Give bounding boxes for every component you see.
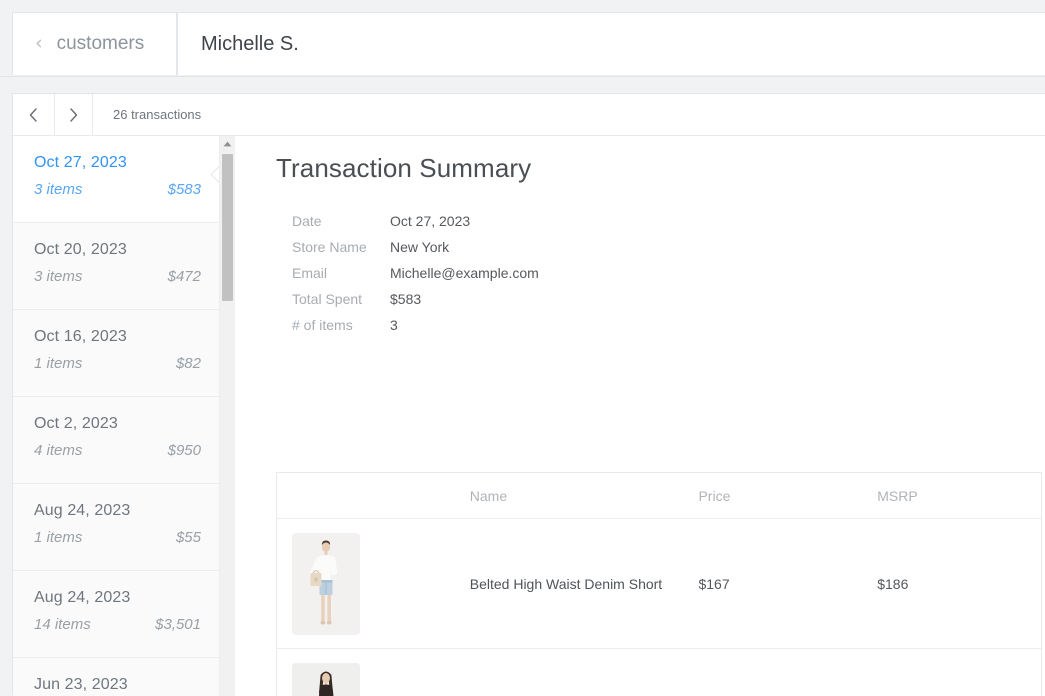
summary-label: Email xyxy=(292,266,390,292)
summary-label: Store Name xyxy=(292,240,390,266)
next-button[interactable] xyxy=(55,94,93,135)
breadcrumb: ‹ customers Michelle S. xyxy=(0,0,1045,77)
summary-value: 3 xyxy=(390,318,539,344)
transaction-date: Oct 16, 2023 xyxy=(34,328,201,346)
table-row[interactable]: Belted High Waist Denim Short $167 $186 xyxy=(277,519,1041,649)
transactions-toolbar: 26 transactions xyxy=(13,94,1045,136)
transaction-count-label: 26 transactions xyxy=(93,94,201,135)
transaction-detail-pane: Transaction Summary Date Oct 27, 2023 St… xyxy=(235,136,1045,696)
page-title: Michelle S. xyxy=(201,33,299,56)
transaction-summary-fields: Date Oct 27, 2023 Store Name New York Em… xyxy=(292,214,539,344)
product-thumbnail-cell xyxy=(277,663,470,696)
summary-field-row: # of items 3 xyxy=(292,318,539,344)
column-header-msrp: MSRP xyxy=(877,488,1041,504)
transaction-date: Oct 2, 2023 xyxy=(34,415,201,433)
transaction-list-item[interactable]: Oct 27, 2023 3 items $583 xyxy=(13,136,222,223)
detail-title: Transaction Summary xyxy=(276,153,531,184)
product-photo-ribbed-dress xyxy=(292,663,360,696)
summary-value: Michelle@example.com xyxy=(390,266,539,292)
table-row[interactable]: Wrap-Waist Ribbed Dress $167 $186 xyxy=(277,649,1041,696)
breadcrumb-current-tab[interactable]: Michelle S. xyxy=(177,12,1045,75)
summary-value: $583 xyxy=(390,292,539,318)
transaction-date: Aug 24, 2023 xyxy=(34,502,201,520)
product-photo-denim-short xyxy=(292,533,360,635)
transaction-amount: $3,501 xyxy=(155,616,201,633)
transaction-date: Oct 20, 2023 xyxy=(34,241,201,259)
summary-value: New York xyxy=(390,240,539,266)
chevron-left-icon: ‹ xyxy=(35,34,43,53)
transactions-panel: 26 transactions Oct 27, 2023 3 items $58… xyxy=(12,93,1045,695)
transaction-item-count: 3 items xyxy=(34,268,82,285)
transaction-amount: $472 xyxy=(168,268,201,285)
summary-field-row: Date Oct 27, 2023 xyxy=(292,214,539,240)
transaction-amount: $950 xyxy=(168,442,201,459)
triangle-up-icon xyxy=(223,141,232,147)
scrollbar-thumb[interactable] xyxy=(222,154,233,301)
column-header-price: Price xyxy=(698,488,877,504)
chevron-right-icon xyxy=(68,107,79,123)
transaction-list-item[interactable]: Oct 20, 2023 3 items $472 xyxy=(13,223,222,310)
transaction-list-item[interactable]: Oct 2, 2023 4 items $950 xyxy=(13,397,222,484)
transaction-date: Jun 23, 2023 xyxy=(34,676,201,694)
scroll-up-button[interactable] xyxy=(220,136,235,152)
product-price: $167 xyxy=(698,576,877,592)
product-name: Belted High Waist Denim Short xyxy=(470,573,699,595)
transaction-amount: $55 xyxy=(176,529,201,546)
summary-field-row: Total Spent $583 xyxy=(292,292,539,318)
previous-button[interactable] xyxy=(13,94,55,135)
column-header-name: Name xyxy=(470,488,699,504)
transaction-item-count: 4 items xyxy=(34,442,82,459)
summary-label: # of items xyxy=(292,318,390,344)
breadcrumb-parent-customers[interactable]: ‹ customers xyxy=(12,12,177,75)
products-table: Name Price MSRP xyxy=(276,472,1042,696)
transaction-date: Oct 27, 2023 xyxy=(34,154,201,172)
transaction-list-item[interactable]: Jun 23, 2023 xyxy=(13,658,222,696)
breadcrumb-parent-label: customers xyxy=(57,33,145,55)
transaction-list-item[interactable]: Aug 24, 2023 1 items $55 xyxy=(13,484,222,571)
transaction-list-item[interactable]: Oct 16, 2023 1 items $82 xyxy=(13,310,222,397)
transaction-amount: $82 xyxy=(176,355,201,372)
transaction-list-scrollbar[interactable] xyxy=(219,136,235,696)
product-thumbnail-cell xyxy=(277,533,470,635)
transaction-item-count: 1 items xyxy=(34,529,82,546)
transaction-item-count: 14 items xyxy=(34,616,91,633)
transaction-list-item[interactable]: Aug 24, 2023 14 items $3,501 xyxy=(13,571,222,658)
transaction-date: Aug 24, 2023 xyxy=(34,589,201,607)
chevron-left-icon xyxy=(28,107,39,123)
product-msrp: $186 xyxy=(877,576,1041,592)
summary-value: Oct 27, 2023 xyxy=(390,214,539,240)
summary-field-row: Email Michelle@example.com xyxy=(292,266,539,292)
summary-label: Total Spent xyxy=(292,292,390,318)
transaction-item-count: 3 items xyxy=(34,181,82,198)
products-table-header: Name Price MSRP xyxy=(277,473,1041,519)
transaction-list[interactable]: Oct 27, 2023 3 items $583 Oct 20, 2023 3… xyxy=(13,136,223,696)
transaction-amount: $583 xyxy=(168,181,201,198)
transaction-item-count: 1 items xyxy=(34,355,82,372)
summary-label: Date xyxy=(292,214,390,240)
summary-field-row: Store Name New York xyxy=(292,240,539,266)
